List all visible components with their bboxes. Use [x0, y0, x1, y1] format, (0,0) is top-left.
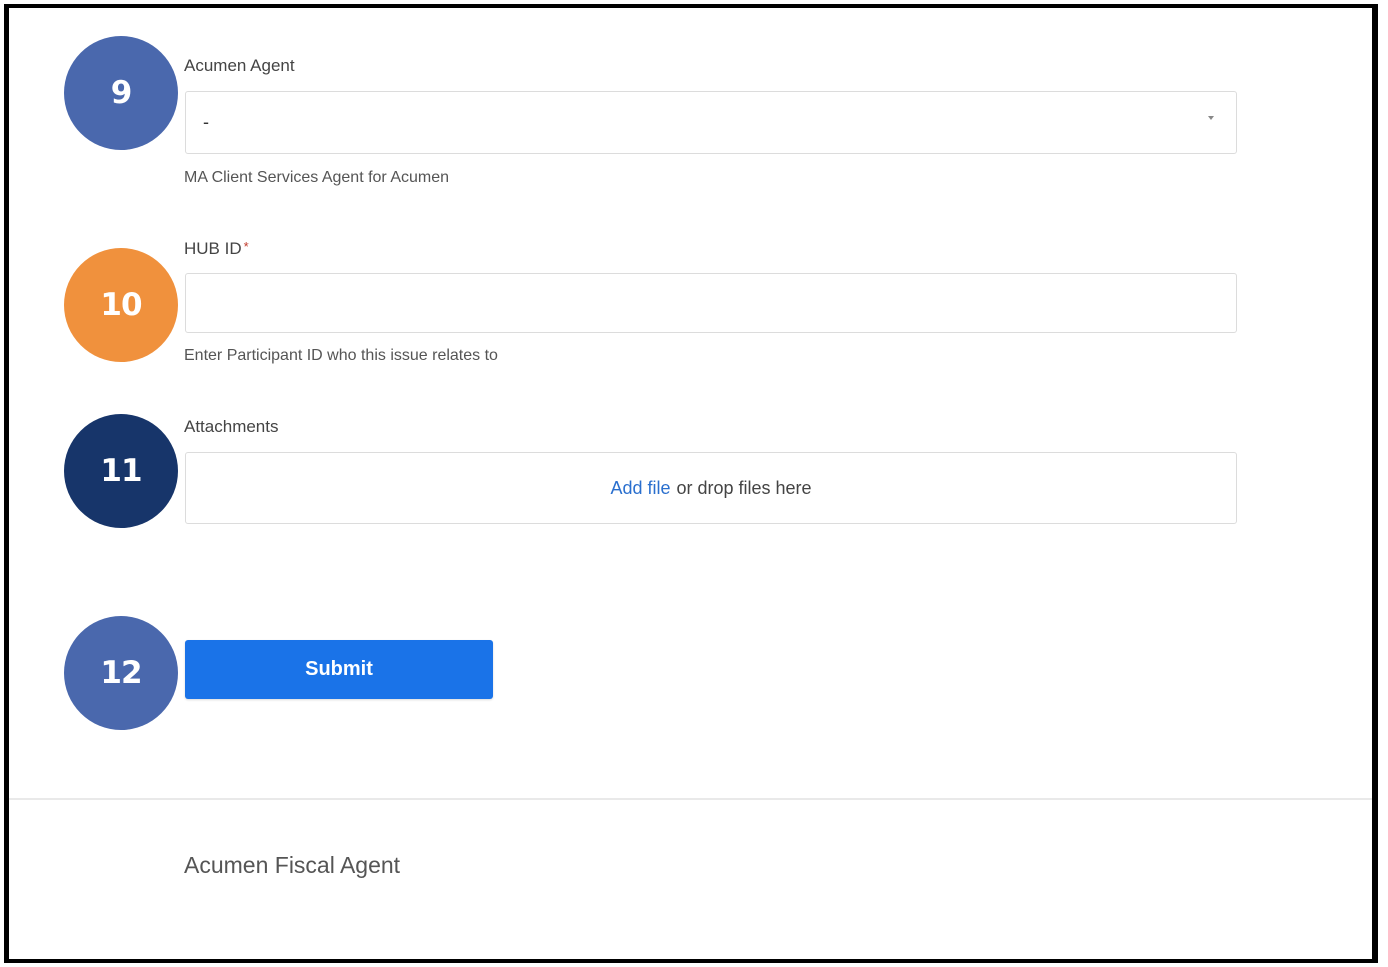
- footer-brand-text: Acumen Fiscal Agent: [184, 852, 401, 878]
- hub-id-help-text: Enter Participant ID who this issue rela…: [184, 347, 498, 364]
- step-badge-12: 12: [64, 616, 178, 730]
- step-badge-number: 11: [100, 453, 142, 489]
- acumen-agent-selected-value: -: [203, 112, 209, 132]
- attachments-label: Attachments: [184, 417, 279, 436]
- required-marker: *: [243, 239, 249, 254]
- acumen-agent-select[interactable]: -: [185, 91, 1237, 154]
- drop-files-text: or drop files here: [676, 477, 812, 498]
- submit-button[interactable]: Submit: [185, 640, 493, 699]
- acumen-agent-help-text: MA Client Services Agent for Acumen: [184, 169, 450, 186]
- attachments-dropzone[interactable]: Add file or drop files here: [185, 452, 1237, 524]
- chevron-down-icon: [1208, 116, 1214, 120]
- acumen-agent-label: Acumen Agent: [184, 56, 295, 75]
- step-badge-9: 9: [64, 36, 178, 150]
- step-badge-number: 12: [100, 655, 142, 691]
- add-file-link[interactable]: Add file: [610, 478, 670, 499]
- hub-id-input[interactable]: [185, 273, 1237, 333]
- step-badge-10: 10: [64, 248, 178, 362]
- footer-divider: [9, 798, 1372, 800]
- step-badge-number: 9: [110, 75, 133, 111]
- step-badge-number: 10: [100, 287, 142, 323]
- hub-id-label: HUB ID *: [184, 239, 249, 258]
- step-badge-11: 11: [64, 414, 178, 528]
